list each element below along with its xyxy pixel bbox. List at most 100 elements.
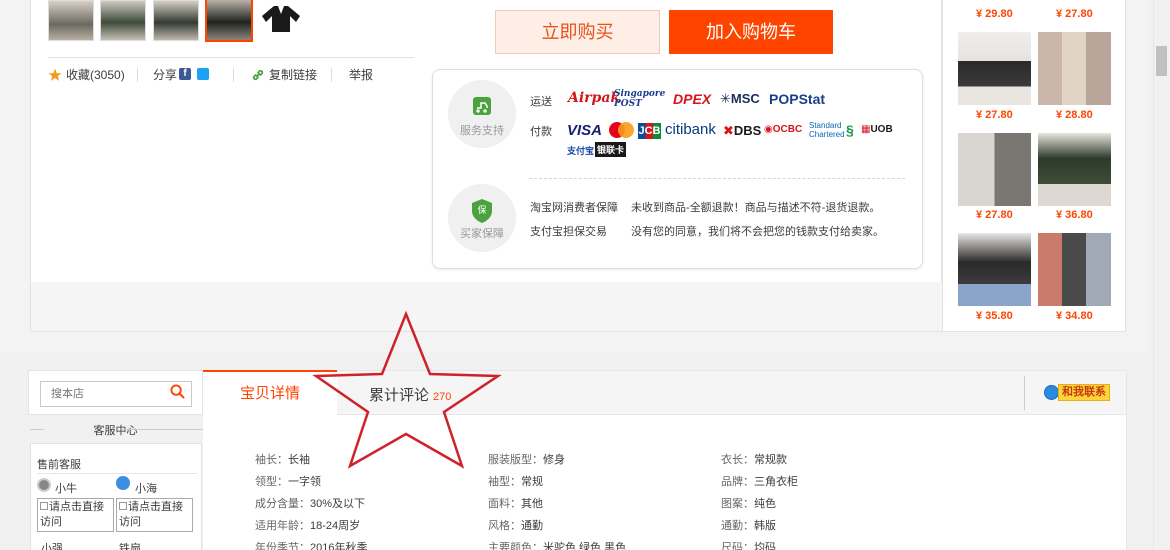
product-price: ¥ 27.80 (976, 209, 1013, 221)
product-image[interactable] (958, 32, 1031, 105)
tab-review[interactable]: 累计评论 270 (369, 384, 451, 405)
scrollbar-thumb[interactable] (1156, 46, 1167, 76)
tab-bar (203, 370, 1127, 415)
logo-visa: VISA (567, 122, 603, 139)
share-row: 收藏(3050) 分享 f 复制链接 举报 (48, 66, 428, 84)
search-icon[interactable] (170, 384, 185, 399)
add-to-cart-button[interactable]: 加入购物车 (669, 10, 833, 54)
thumbnail-strip (48, 0, 308, 44)
attribute: 尺码：均码 (721, 542, 776, 550)
thumbnail[interactable] (48, 0, 94, 41)
service-support-label: 服务支持 (460, 125, 504, 137)
link-icon (252, 69, 264, 81)
twitter-icon[interactable] (197, 68, 209, 80)
product-price: ¥ 27.80 (976, 109, 1013, 121)
logo-jcb: JCB (638, 123, 661, 139)
payment-label: 付款 (530, 126, 552, 138)
review-count: 270 (433, 391, 452, 403)
tab-detail[interactable]: 宝贝详情 (203, 370, 337, 416)
jacket-thumbnail-icon[interactable] (260, 4, 302, 34)
thumbnail-selected[interactable] (205, 0, 253, 42)
shipping-label: 运送 (530, 96, 552, 108)
guarantee-name: 支付宝担保交易 (530, 226, 607, 238)
attribute: 领型：一字领 (255, 476, 321, 488)
star-icon (48, 68, 62, 81)
recommend-column: ¥ 29.80 ¥ 27.80 ¥ 27.80 ¥ 28.80 ¥ 27.80 … (942, 0, 1126, 332)
logo-msc: ✳MSC (720, 91, 760, 106)
logo-standard-chartered: Standard Chartered (809, 121, 845, 139)
divider (121, 429, 203, 430)
logo-airpak: Airpak (568, 90, 621, 106)
attribute: 品牌：三角衣柜 (721, 476, 798, 488)
contact-label: 和我联系 (1058, 384, 1110, 401)
buyer-protection-label: 买家保障 (460, 228, 504, 240)
logo-singpost: Singapore POST (614, 89, 666, 109)
logo-citibank: citibank (665, 121, 716, 138)
svg-text:保: 保 (477, 204, 486, 216)
visit-agent-button[interactable]: 请点击直接访问 (116, 498, 193, 532)
attribute: 通勤：韩版 (721, 520, 776, 532)
logo-unionpay: 银联卡 (595, 142, 627, 157)
logo-sc-icon: § (846, 122, 854, 138)
logo-mastercard (609, 122, 634, 138)
attribute: 风格：通勤 (488, 520, 543, 532)
scrollbar[interactable] (1153, 0, 1170, 550)
favorite-link[interactable]: 收藏(3050) (66, 66, 125, 84)
divider (137, 68, 138, 82)
attribute: 衣长：常规款 (721, 454, 787, 466)
divider (48, 57, 414, 58)
facebook-icon[interactable]: f (179, 68, 191, 80)
agent-online-icon (116, 476, 130, 490)
attribute: 袖长：长袖 (255, 454, 310, 466)
service-box: 服务支持 运送 Airpak Singapore POST DPEX ✳MSC … (432, 69, 923, 269)
product-price: ¥ 29.80 (976, 8, 1013, 20)
truck-icon (473, 97, 491, 115)
agent-name[interactable]: 小强 (41, 540, 63, 550)
attribute: 适用年龄：18-24周岁 (255, 520, 361, 532)
attribute: 图案：纯色 (721, 498, 776, 510)
attribute: 年份季节：2016年秋季 (255, 542, 368, 550)
presale-label: 售前客服 (37, 459, 81, 471)
contact-me-button[interactable]: 和我联系 (1044, 384, 1110, 402)
thumbnail[interactable] (153, 0, 199, 41)
product-image[interactable] (958, 133, 1031, 206)
logo-alipay: 支付宝 (567, 146, 595, 156)
attribute: 面料：其他 (488, 498, 543, 510)
logo-popstat: POPStat (769, 91, 826, 107)
product-image[interactable] (1038, 133, 1111, 206)
chat-icon (1044, 385, 1059, 400)
copy-link[interactable]: 复制链接 (269, 66, 317, 84)
product-price: ¥ 34.80 (1056, 310, 1093, 322)
divider (233, 68, 234, 82)
attribute: 袖型：常规 (488, 476, 543, 488)
agent-name[interactable]: 铁扇 (119, 540, 141, 550)
shield-icon: 保 (472, 199, 492, 223)
product-image[interactable] (958, 233, 1031, 306)
product-card-footer (30, 282, 942, 332)
agent-offline-icon (37, 478, 51, 492)
share-label: 分享 (153, 68, 178, 82)
report-link[interactable]: 举报 (349, 66, 373, 84)
guarantee-desc: 未收到商品-全额退款！商品与描述不符-退货退款。 (631, 202, 881, 214)
customer-service-panel: 售前客服 小牛 小海 请点击直接访问 请点击直接访问 小强 铁扇 (30, 443, 202, 550)
attributes-area: 袖长：长袖 服装版型：修身 衣长：常规款 领型：一字领 袖型：常规 品牌：三角衣… (203, 415, 1127, 550)
logo-dpex: DPEX (673, 91, 712, 107)
logo-uob: ▦UOB (861, 124, 893, 135)
agent-name[interactable]: 小海 (135, 480, 157, 496)
buyer-protection-circle: 保 (448, 184, 516, 252)
attribute: 服装版型：修身 (488, 454, 565, 466)
attribute: 成分含量：30%及以下 (255, 498, 366, 510)
attribute: 主要颜色：米驼色 绿色 黑色 (488, 542, 627, 550)
agent-name[interactable]: 小牛 (55, 480, 77, 496)
thumbnail[interactable] (100, 0, 146, 41)
divider (1024, 376, 1025, 410)
guarantee-name: 淘宝网消费者保障 (530, 202, 618, 214)
guarantee-desc: 没有您的同意，我们将不会把您的钱款支付给卖家。 (631, 226, 884, 238)
divider (37, 473, 197, 474)
buy-now-button[interactable]: 立即购买 (495, 10, 660, 54)
divider (331, 68, 332, 82)
visit-agent-button[interactable]: 请点击直接访问 (37, 498, 114, 532)
product-image[interactable] (1038, 32, 1111, 105)
service-center-title: 客服中心 (93, 425, 138, 437)
product-image[interactable] (1038, 233, 1111, 306)
